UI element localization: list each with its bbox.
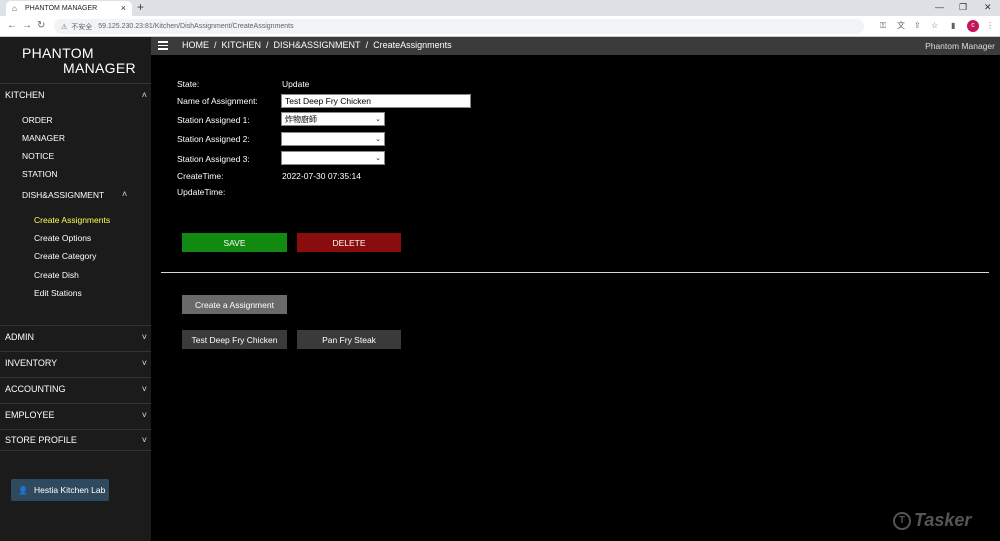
- sidebar-subitem-create-dish[interactable]: Create Dish: [34, 270, 79, 280]
- station-1-select[interactable]: 炸物廚師 ⌄: [281, 112, 385, 126]
- sidebar-section-accounting[interactable]: ACCOUNTING ˅: [0, 377, 151, 399]
- state-label: State:: [177, 79, 200, 89]
- warning-icon: ⚠: [61, 23, 68, 31]
- breadcrumb-dish-assignment[interactable]: DISH&ASSIGNMENT: [274, 40, 361, 50]
- brand-line-1: PHANTOM: [22, 45, 94, 61]
- sidebar-section-employee[interactable]: EMPLOYEE ˅: [0, 403, 151, 425]
- chevron-up-icon[interactable]: ˄: [122, 189, 127, 199]
- chevron-down-icon: ⌄: [375, 155, 381, 162]
- back-icon[interactable]: ←: [7, 20, 17, 32]
- site-favicon-icon: ⌂: [12, 4, 17, 13]
- sidebar-item-notice[interactable]: NOTICE: [22, 151, 54, 161]
- sidebar-section-store-profile[interactable]: STORE PROFILE ˅: [0, 429, 151, 451]
- brand-line-2: MANAGER: [63, 60, 136, 76]
- address-bar[interactable]: ⚠ 不安全 59.125.230.23:81/Kitchen/DishAssig…: [54, 19, 864, 34]
- station-2-select[interactable]: ⌄: [281, 132, 385, 146]
- app-name: Phantom Manager: [925, 41, 995, 51]
- update-time-label: UpdateTime:: [177, 187, 226, 197]
- station-3-label: Station Assigned 3:: [177, 154, 250, 164]
- tasker-logo-icon: T: [893, 511, 911, 530]
- tab-title: PHANTOM MANAGER: [25, 5, 98, 12]
- sidebar-section-label: KITCHEN: [5, 89, 45, 100]
- sidebar-section-label: INVENTORY: [5, 357, 58, 368]
- user-name: Hestia Kitchen Lab: [33, 485, 106, 495]
- chevron-down-icon: ˅: [141, 409, 147, 420]
- browser-toolbar: ← → ↻ ⚠ 不安全 59.125.230.23:81/Kitchen/Dis…: [0, 16, 1000, 37]
- breadcrumb-home[interactable]: HOME: [182, 40, 209, 50]
- hamburger-menu-icon[interactable]: [158, 41, 168, 50]
- create-time-label: CreateTime:: [177, 171, 224, 181]
- state-value: Update: [282, 79, 310, 89]
- save-button[interactable]: SAVE: [182, 233, 287, 252]
- brand-logo: PHANTOM MANAGER: [0, 37, 151, 83]
- station-2-label: Station Assigned 2:: [177, 134, 250, 144]
- sidebar: PHANTOM MANAGER KITCHEN ˄ ORDER MANAGER …: [0, 37, 151, 541]
- sidebar-section-label: EMPLOYEE: [5, 409, 55, 420]
- breadcrumb: HOME / KITCHEN / DISH&ASSIGNMENT / CreateAssig…: [182, 40, 452, 50]
- station-1-selected-value: 炸物廚師: [285, 114, 317, 124]
- assignment-name-label: Name of Assignment:: [177, 96, 258, 106]
- assignment-item-button[interactable]: Pan Fry Steak: [297, 330, 401, 349]
- station-3-select[interactable]: ⌄: [281, 151, 385, 165]
- chevron-down-icon: ⌄: [375, 116, 381, 123]
- sidebar-item-order[interactable]: ORDER: [22, 115, 53, 125]
- chevron-down-icon: ˅: [141, 357, 147, 368]
- breadcrumb-separator: /: [214, 40, 217, 50]
- sidebar-subitem-create-options[interactable]: Create Options: [34, 233, 91, 243]
- assignment-item-button[interactable]: Test Deep Fry Chicken: [182, 330, 287, 349]
- sidebar-item-station[interactable]: STATION: [22, 169, 58, 179]
- sidebar-section-label: ADMIN: [5, 331, 34, 342]
- chevron-down-icon: ˅: [141, 331, 147, 342]
- reload-icon[interactable]: ↻: [37, 20, 45, 32]
- sidebar-subitem-edit-stations[interactable]: Edit Stations: [34, 288, 82, 298]
- close-window-icon[interactable]: ✕: [984, 1, 992, 13]
- sidebar-section-label: STORE PROFILE: [5, 435, 77, 445]
- sidebar-item-dish-assignment[interactable]: DISH&ASSIGNMENT: [22, 190, 104, 200]
- key-icon[interactable]: ⚿: [880, 21, 886, 31]
- section-divider: [161, 272, 989, 273]
- url-text: 59.125.230.23:81/Kitchen/DishAssignment/…: [98, 23, 294, 30]
- user-account-button[interactable]: 👤 Hestia Kitchen Lab: [11, 479, 109, 501]
- create-time-value: 2022-07-30 07:35:14: [282, 171, 361, 181]
- watermark-text: Tasker: [914, 510, 972, 530]
- sidebar-section-label: ACCOUNTING: [5, 383, 66, 394]
- user-icon: 👤: [18, 485, 28, 495]
- forward-icon[interactable]: →: [22, 20, 32, 32]
- breadcrumb-separator: /: [266, 40, 269, 50]
- assignment-name-input[interactable]: [281, 94, 471, 108]
- sidebar-section-kitchen[interactable]: KITCHEN ˄: [0, 83, 151, 105]
- breadcrumb-separator: /: [365, 40, 369, 50]
- tab-strip: ⌂ PHANTOM MANAGER × + — ❐ ✕: [0, 0, 1000, 16]
- sidebar-item-manager[interactable]: MANAGER: [22, 133, 65, 143]
- tasker-watermark: T Tasker: [893, 510, 971, 531]
- browser-tab[interactable]: ⌂ PHANTOM MANAGER ×: [6, 1, 132, 16]
- side-panel-icon[interactable]: ▮: [951, 21, 955, 31]
- sidebar-subitem-create-assignments[interactable]: Create Assignments: [34, 215, 110, 225]
- chevron-down-icon: ˅: [141, 435, 147, 445]
- header-bar: HOME / KITCHEN / DISH&ASSIGNMENT / CreateAssig…: [151, 37, 1000, 55]
- menu-kebab-icon[interactable]: ⋮: [986, 21, 994, 31]
- restore-icon[interactable]: ❐: [959, 1, 967, 13]
- share-icon[interactable]: ⇪: [914, 21, 921, 31]
- sidebar-section-inventory[interactable]: INVENTORY ˅: [0, 351, 151, 373]
- chevron-down-icon: ⌄: [375, 136, 381, 143]
- chevron-up-icon: ˄: [141, 89, 147, 100]
- chevron-down-icon: ˅: [141, 383, 147, 394]
- sidebar-section-admin[interactable]: ADMIN ˅: [0, 325, 151, 347]
- breadcrumb-kitchen[interactable]: KITCHEN: [222, 40, 262, 50]
- sidebar-subitem-create-category[interactable]: Create Category: [34, 251, 96, 261]
- close-tab-icon[interactable]: ×: [121, 4, 126, 13]
- minimize-icon[interactable]: —: [935, 1, 944, 13]
- translate-icon[interactable]: 文: [897, 21, 905, 31]
- new-tab-icon[interactable]: +: [137, 1, 144, 14]
- insecure-label: 不安全: [71, 23, 93, 31]
- profile-avatar[interactable]: c: [967, 20, 979, 32]
- breadcrumb-current: CreateAssignments: [373, 40, 452, 50]
- bookmark-star-icon[interactable]: ☆: [931, 21, 938, 31]
- delete-button[interactable]: DELETE: [297, 233, 401, 252]
- browser-chrome: ⌂ PHANTOM MANAGER × + — ❐ ✕ ← → ↻ ⚠ 不安全 …: [0, 0, 1000, 37]
- create-assignment-button[interactable]: Create a Assignment: [182, 295, 287, 314]
- station-1-label: Station Assigned 1:: [177, 115, 250, 125]
